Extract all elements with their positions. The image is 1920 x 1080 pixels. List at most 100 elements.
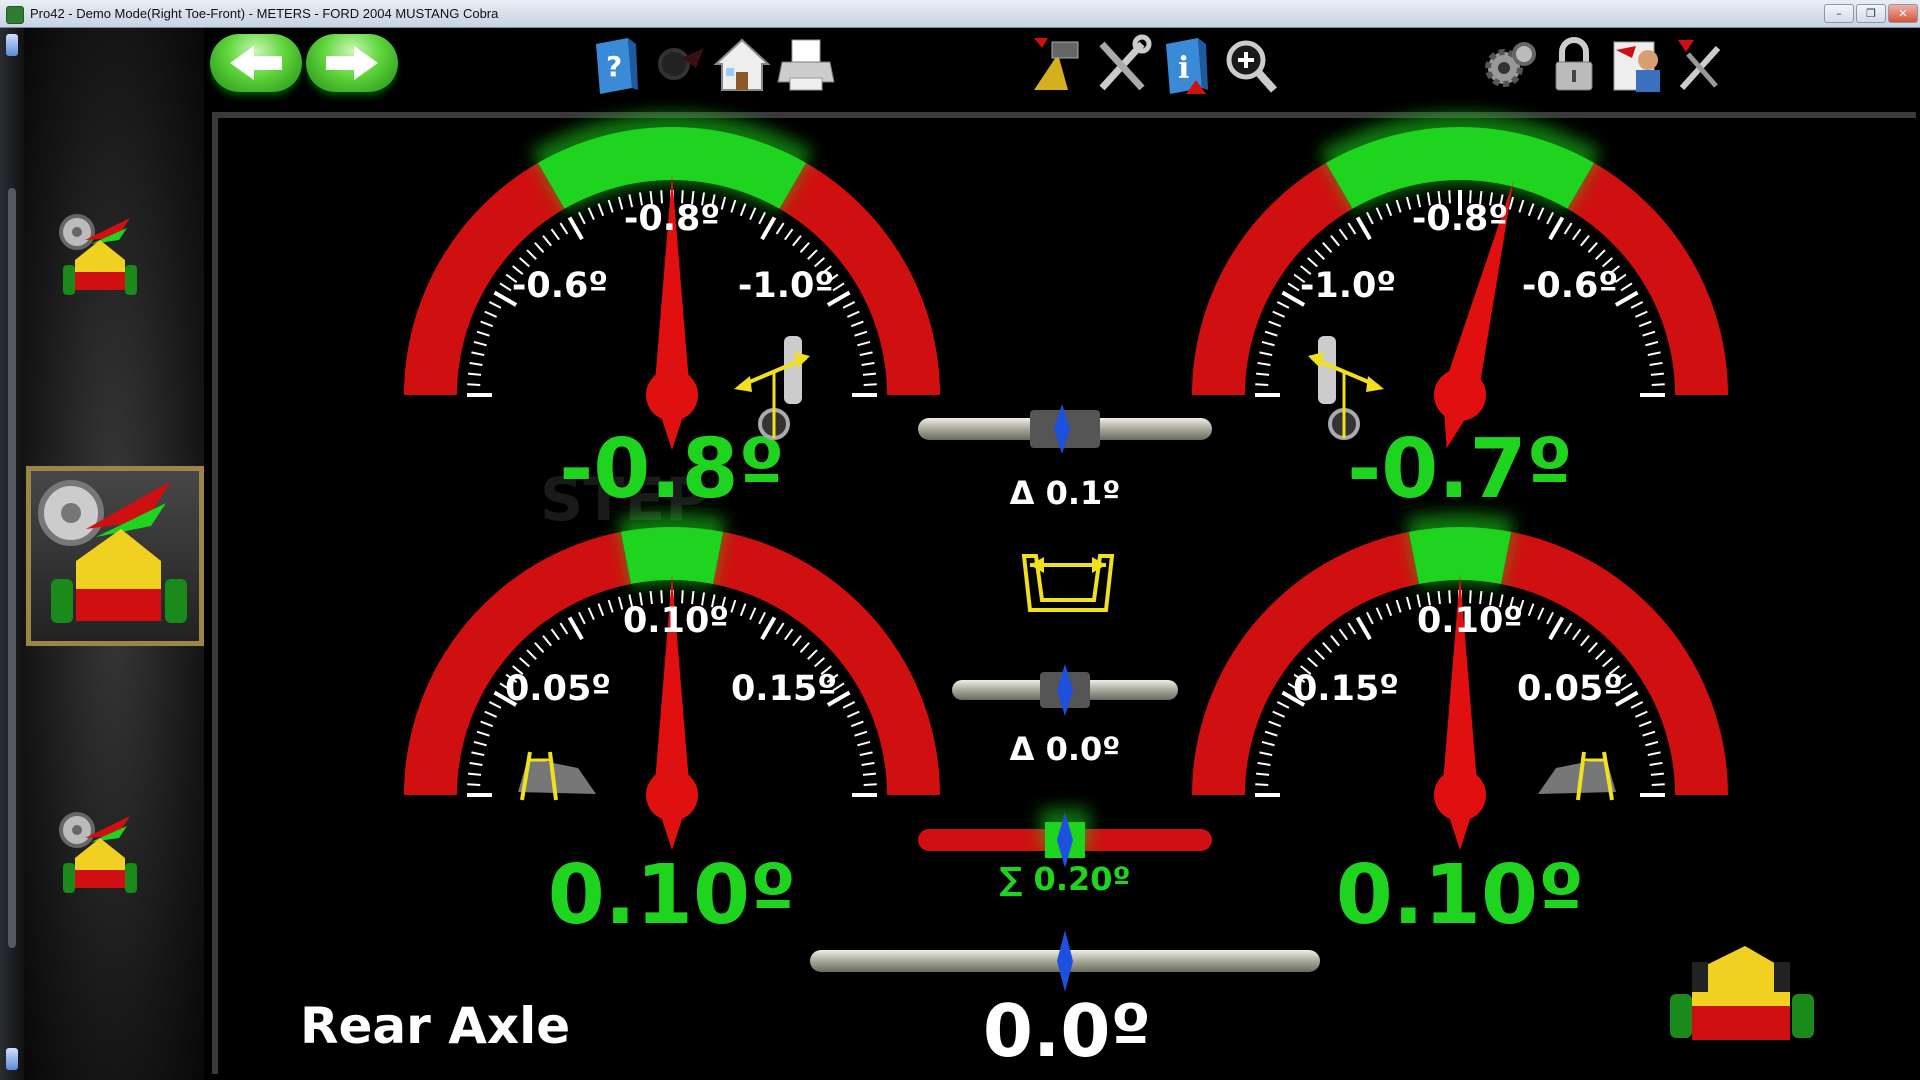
camber-left-tick bbox=[739, 203, 747, 217]
toe-right-tick bbox=[1385, 603, 1393, 617]
camber-left-tick bbox=[775, 222, 785, 235]
toe-right-tick-mid: 0.10º bbox=[1417, 601, 1523, 641]
toe-left-tick bbox=[758, 611, 766, 625]
camber-left-tick bbox=[861, 361, 875, 366]
toe-right-tick bbox=[1261, 740, 1275, 747]
camber-right-tick bbox=[1642, 330, 1656, 337]
toe-right-tick bbox=[1634, 710, 1648, 718]
camber-right-tick bbox=[1287, 282, 1300, 292]
camber-right-tick bbox=[1651, 383, 1665, 386]
camber-left-tick bbox=[559, 222, 569, 235]
toe-right-tick bbox=[1330, 635, 1340, 647]
toe-left-tick-low: 0.05º bbox=[505, 669, 611, 709]
toe-delta-bar bbox=[952, 664, 1178, 716]
toe-right-reading: 0.10º bbox=[1336, 848, 1585, 943]
toe-right-tick bbox=[1306, 657, 1318, 668]
toe-right-tick bbox=[1638, 720, 1652, 728]
camber-right-tick bbox=[1580, 235, 1590, 247]
toe-right-tick bbox=[1276, 701, 1290, 709]
toe-right-icon bbox=[1538, 751, 1616, 801]
camber-right-tick bbox=[1355, 216, 1372, 241]
camber-left-tick bbox=[587, 207, 595, 221]
toe-left-tick bbox=[587, 607, 595, 621]
camber-left-tick bbox=[597, 203, 605, 217]
camber-right-tick bbox=[1264, 330, 1278, 337]
toe-left-tick bbox=[597, 603, 605, 617]
meters-drawing: STEP -0.6º -0.8º -1.0º -0.8º -1.0º -0.8º… bbox=[300, 112, 1814, 1073]
toe-left-tick bbox=[861, 761, 875, 766]
camber-left-tick bbox=[859, 351, 873, 357]
camber-left-tick bbox=[488, 301, 502, 309]
toe-left-tick bbox=[484, 710, 498, 718]
toe-right-tick bbox=[1587, 641, 1598, 653]
camber-right-tick bbox=[1647, 351, 1661, 357]
camber-right-tick bbox=[1595, 249, 1606, 260]
camber-left-tick bbox=[720, 196, 727, 210]
toe-left-tick bbox=[473, 740, 487, 747]
camber-left-needle-hub bbox=[646, 369, 698, 421]
camber-left-tick bbox=[550, 228, 560, 241]
camber-left-tick bbox=[607, 199, 614, 213]
camber-right-needle-hub bbox=[1434, 369, 1486, 421]
thrust-angle-bar bbox=[810, 930, 1320, 992]
camber-right-tick bbox=[1261, 340, 1275, 347]
camber-left-tick bbox=[542, 235, 552, 247]
toe-left-tick bbox=[807, 649, 818, 660]
toe-right-tick bbox=[1272, 710, 1286, 718]
camber-right-tick bbox=[1634, 310, 1648, 318]
camber-delta-bar bbox=[918, 404, 1212, 454]
camber-right-tick bbox=[1268, 320, 1282, 328]
toe-right-tick bbox=[1642, 730, 1656, 737]
camber-right-tick bbox=[1375, 207, 1383, 221]
camber-left-tick-mid: -0.8º bbox=[624, 199, 720, 239]
camber-left-tick bbox=[854, 330, 868, 337]
camber-right-tick bbox=[1563, 222, 1573, 235]
toe-left-tick bbox=[550, 628, 560, 641]
camber-left-tick bbox=[862, 372, 876, 376]
toe-right-tick bbox=[1355, 616, 1372, 641]
camber-left-tick bbox=[863, 383, 877, 386]
camber-right-tick bbox=[1257, 361, 1271, 366]
axle-label: Rear Axle bbox=[300, 997, 570, 1055]
camber-left-tick bbox=[617, 196, 624, 210]
camber-right-tick bbox=[1322, 241, 1333, 253]
toe-left-tick bbox=[518, 657, 530, 668]
toe-left-tick bbox=[775, 622, 785, 635]
toe-right-tick bbox=[1563, 622, 1573, 635]
toe-left-tick bbox=[739, 603, 747, 617]
toe-delta-value: Δ 0.0º bbox=[1010, 730, 1121, 768]
toe-left-tick bbox=[559, 622, 569, 635]
toe-right-tick bbox=[1255, 783, 1269, 786]
rear-axle-car-icon bbox=[1670, 946, 1814, 1040]
camber-right-tick bbox=[1548, 216, 1565, 241]
toe-left-tick-high: 0.15º bbox=[731, 669, 837, 709]
camber-left-tick bbox=[842, 301, 856, 309]
toe-left-tick bbox=[814, 657, 826, 668]
toe-right-tick bbox=[1651, 783, 1665, 786]
toe-left-tick bbox=[542, 635, 552, 647]
camber-left-tick bbox=[760, 216, 777, 241]
camber-left-tick bbox=[468, 372, 482, 376]
toe-right-tick bbox=[1268, 720, 1282, 728]
camber-right-tick bbox=[1338, 228, 1348, 241]
toe-left-icon bbox=[518, 751, 596, 801]
camber-right-tick bbox=[1366, 211, 1374, 225]
camber-right-tick bbox=[1587, 241, 1598, 253]
camber-right-tick bbox=[1537, 207, 1545, 221]
toe-right-tick bbox=[1366, 611, 1374, 625]
camber-right-tick bbox=[1255, 383, 1269, 386]
toe-left-red-zone-left bbox=[404, 531, 631, 795]
camber-right-tick bbox=[1276, 301, 1290, 309]
camber-right-tick bbox=[1546, 211, 1554, 225]
toe-right-tick bbox=[1595, 649, 1606, 660]
camber-right-tick bbox=[1527, 203, 1535, 217]
camber-left-tick-low: -0.6º bbox=[512, 266, 608, 306]
camber-right-tick bbox=[1650, 372, 1664, 376]
toe-left-tick bbox=[617, 596, 624, 610]
camber-right-tick bbox=[1330, 235, 1340, 247]
toe-right-tick bbox=[1259, 751, 1273, 757]
total-toe-value: ∑ 0.20º bbox=[999, 860, 1130, 898]
camber-right-reading: -0.7º bbox=[1347, 422, 1573, 517]
camber-left-tick bbox=[467, 383, 481, 386]
camber-left-tick bbox=[799, 241, 810, 253]
